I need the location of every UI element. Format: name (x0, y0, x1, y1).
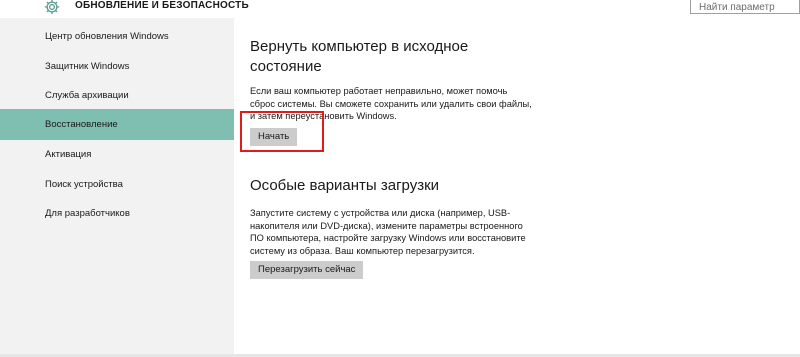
sidebar-item-label: Защитник Windows (45, 61, 130, 72)
advanced-startup-description: Запустите систему с устройства или диска… (250, 208, 526, 256)
sidebar-item-label: Центр обновления Windows (45, 31, 169, 42)
sidebar-item-find-device[interactable]: Поиск устройства (0, 169, 234, 200)
sidebar-item-developers[interactable]: Для разработчиков (0, 198, 234, 229)
restart-now-button[interactable]: Перезагрузить сейчас (250, 261, 364, 279)
search-input[interactable] (691, 0, 791, 15)
title-bar: ОБНОВЛЕНИЕ И БЕЗОПАСНОСТЬ (0, 0, 800, 18)
sidebar: Центр обновления Windows Защитник Window… (0, 18, 234, 357)
gear-icon (44, 0, 60, 15)
sidebar-item-label: Восстановление (45, 119, 118, 130)
sidebar-item-label: Активация (45, 149, 92, 160)
sidebar-item-label: Поиск устройства (45, 179, 123, 190)
search-box[interactable] (690, 0, 800, 15)
main-content: Вернуть компьютер в исходное состояние Е… (234, 18, 800, 357)
sidebar-item-label: Служба архивации (45, 90, 129, 101)
sidebar-item-windows-update[interactable]: Центр обновления Windows (0, 21, 234, 52)
sidebar-item-label: Для разработчиков (45, 208, 130, 219)
advanced-startup-title: Особые варианты загрузки (250, 177, 440, 194)
page-title: ОБНОВЛЕНИЕ И БЕЗОПАСНОСТЬ (75, 0, 249, 11)
highlight-box (240, 111, 324, 152)
sidebar-item-activation[interactable]: Активация (0, 139, 234, 170)
sidebar-item-recovery[interactable]: Восстановление (0, 109, 234, 140)
sidebar-item-backup[interactable]: Служба архивации (0, 80, 234, 111)
sidebar-item-windows-defender[interactable]: Защитник Windows (0, 51, 234, 82)
reset-section-title: Вернуть компьютер в исходное состояние (250, 38, 469, 75)
